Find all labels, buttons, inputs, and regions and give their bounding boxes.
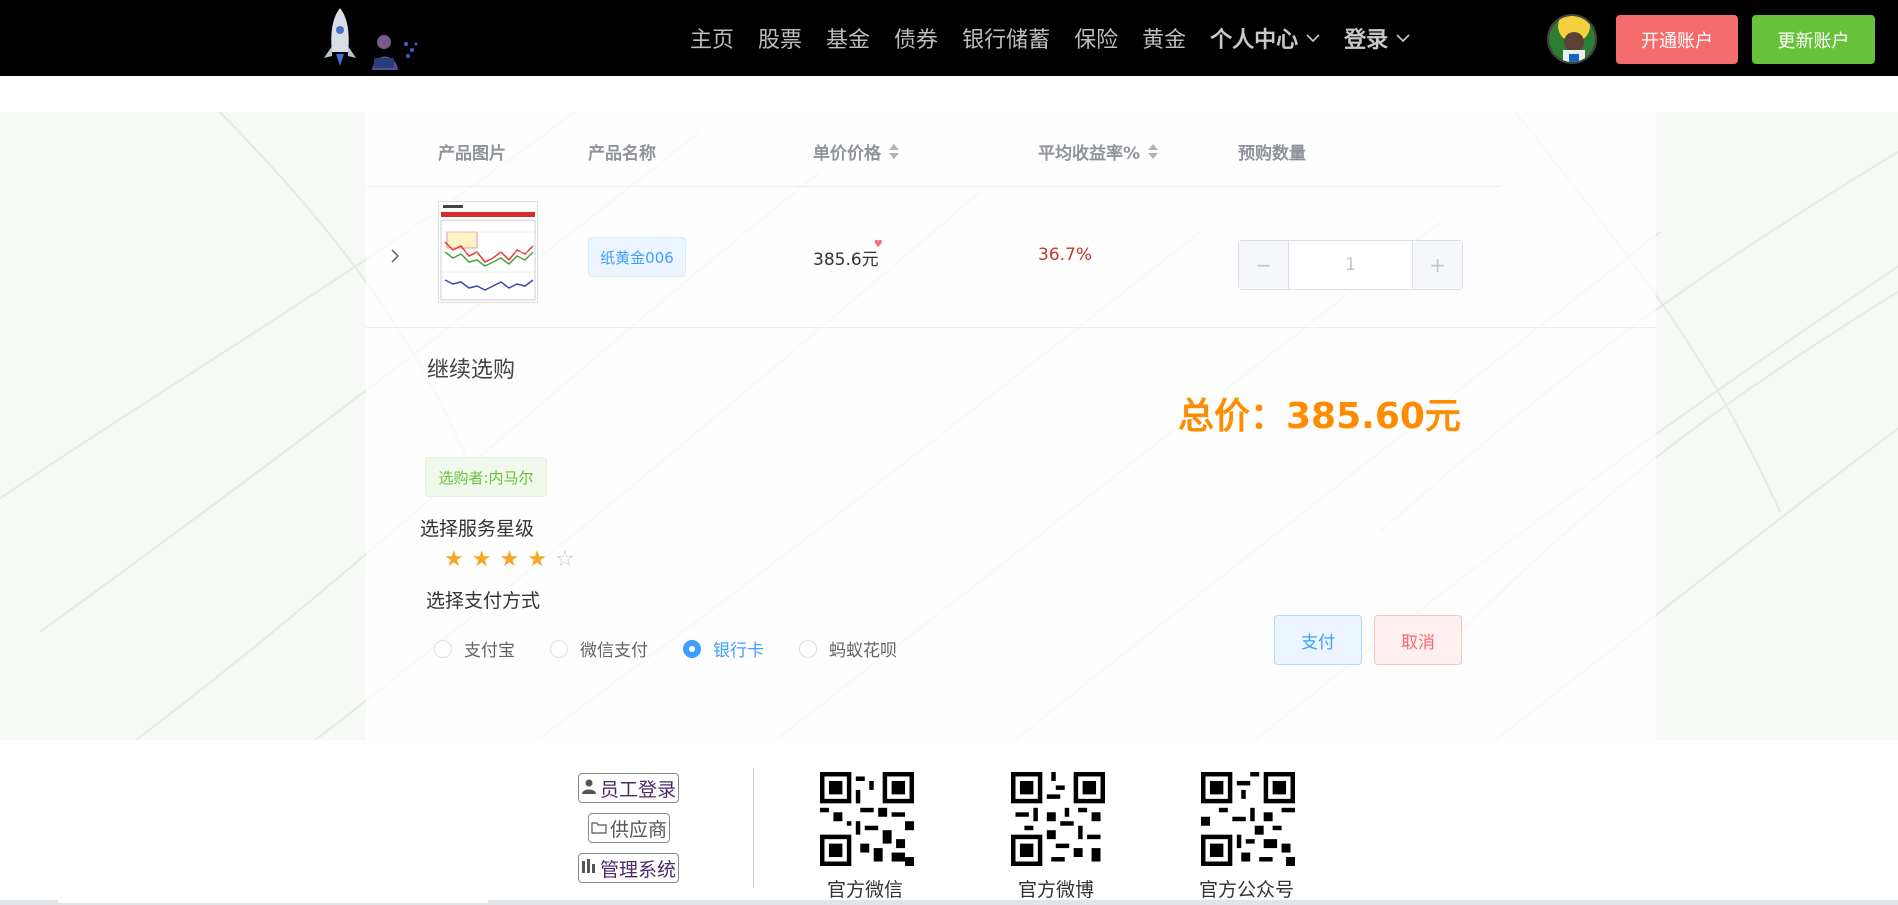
rocket-logo[interactable]: [318, 0, 428, 76]
login-label: 登录: [1344, 28, 1389, 53]
col-product-image: 产品图片: [438, 144, 506, 164]
nav-insurance[interactable]: 保险: [1074, 22, 1118, 54]
continue-shopping-link[interactable]: 继续选购: [427, 352, 515, 384]
sort-icon[interactable]: [1148, 144, 1159, 159]
cart-panel: 产品图片 产品名称 单价价格 平均收益率% 预购数量 纸黄金006 385.6元…: [0, 112, 1898, 740]
heart-icon: ♥: [873, 239, 883, 250]
radio-circle[interactable]: [799, 639, 817, 658]
qr-label-weibo: 官方微博: [1018, 879, 1095, 901]
top-navbar: 主页 股票 基金 债券 银行储蓄 保险 黄金 个人中心 登录 开通账户 更新账户: [0, 0, 1898, 76]
user-icon: [581, 778, 597, 798]
nav-stocks[interactable]: 股票: [758, 22, 802, 54]
payment-method-label: 选择支付方式: [426, 590, 541, 612]
expand-row-icon[interactable]: [390, 248, 400, 267]
product-name-tag: 纸黄金006: [588, 237, 686, 277]
update-account-button[interactable]: 更新账户: [1752, 15, 1875, 64]
product-thumbnail: [438, 201, 538, 303]
qr-label-wechat: 官方微信: [827, 879, 904, 901]
star-icon[interactable]: ★: [527, 549, 547, 571]
quantity-input[interactable]: 1: [1289, 241, 1412, 289]
nav-bonds[interactable]: 债券: [894, 22, 938, 54]
qr-code-wechat: [820, 772, 914, 866]
radio-label: 微信支付: [580, 641, 648, 661]
radio-label: 支付宝: [464, 641, 515, 661]
col-quantity: 预购数量: [1238, 144, 1306, 164]
radio-label: 蚂蚁花呗: [829, 641, 897, 661]
main-nav: 主页 股票 基金 债券 银行储蓄 保险 黄金 个人中心 登录: [690, 0, 1434, 76]
employee-login-link[interactable]: 员工登录: [578, 773, 680, 803]
chevron-down-icon: [1306, 34, 1320, 43]
radio-bank-card[interactable]: 银行卡: [683, 636, 764, 661]
employee-login-label: 员工登录: [600, 778, 677, 801]
payment-method-group: 支付宝 微信支付 银行卡 蚂蚁花呗: [434, 636, 932, 661]
star-outline-icon[interactable]: ☆: [555, 549, 575, 571]
horizontal-scrollbar[interactable]: [0, 900, 1898, 905]
col-avg-yield[interactable]: 平均收益率%: [1038, 139, 1159, 164]
star-icon[interactable]: ★: [444, 549, 464, 571]
table-header: 产品图片 产品名称 单价价格 平均收益率% 预购数量: [366, 112, 1501, 187]
qr-code-official-account: [1201, 772, 1295, 866]
col-product-name: 产品名称: [588, 144, 656, 164]
service-rating-label: 选择服务星级: [420, 518, 535, 540]
avatar[interactable]: [1547, 14, 1597, 64]
chevron-down-icon: [1396, 34, 1410, 43]
sort-icon[interactable]: [889, 144, 899, 159]
footer: 员工登录 供应商 管理系统 官方微信 官方微博 官方公众号: [0, 740, 1898, 905]
unit-price-label: 单价价格: [813, 144, 881, 164]
cart-content: 产品图片 产品名称 单价价格 平均收益率% 预购数量 纸黄金006 385.6元…: [366, 112, 1656, 740]
service-rating[interactable]: ★ ★ ★ ★ ☆: [444, 549, 583, 571]
qr-label-official-account: 官方公众号: [1199, 879, 1295, 901]
radio-circle[interactable]: [550, 639, 568, 658]
admin-system-link[interactable]: 管理系统: [578, 853, 680, 883]
decrease-button[interactable]: −: [1239, 241, 1289, 289]
chart-icon: [581, 858, 597, 878]
unit-price-text: 385.6元: [813, 250, 879, 270]
radio-circle[interactable]: [434, 639, 452, 658]
radio-circle[interactable]: [683, 639, 701, 658]
nav-home[interactable]: 主页: [690, 22, 734, 54]
increase-button[interactable]: +: [1412, 241, 1462, 289]
nav-personal-center[interactable]: 个人中心: [1210, 22, 1320, 54]
qr-code-weibo: [1011, 772, 1105, 866]
col-unit-price[interactable]: 单价价格: [813, 139, 899, 164]
folder-icon: [591, 819, 607, 838]
radio-label: 银行卡: [713, 641, 764, 661]
pay-button[interactable]: 支付: [1274, 615, 1362, 665]
admin-system-label: 管理系统: [600, 858, 677, 881]
nav-gold[interactable]: 黄金: [1142, 22, 1186, 54]
buyer-tag: 选购者:内马尔: [425, 457, 547, 497]
radio-huabei[interactable]: 蚂蚁花呗: [799, 636, 897, 661]
table-row: 纸黄金006 385.6元 ♥ 36.7% − 1 +: [366, 188, 1656, 328]
star-icon[interactable]: ★: [499, 549, 519, 571]
personal-center-label: 个人中心: [1210, 28, 1299, 53]
supplier-label: 供应商: [610, 818, 668, 841]
star-icon[interactable]: ★: [472, 549, 492, 571]
avg-yield-value: 36.7%: [1038, 245, 1093, 265]
open-account-button[interactable]: 开通账户: [1616, 15, 1738, 64]
unit-price-value: 385.6元 ♥: [813, 239, 883, 270]
scrollbar-thumb[interactable]: [58, 900, 488, 903]
cancel-button[interactable]: 取消: [1374, 615, 1462, 665]
nav-funds[interactable]: 基金: [826, 22, 870, 54]
quantity-stepper: − 1 +: [1238, 240, 1463, 290]
radio-wechat-pay[interactable]: 微信支付: [550, 636, 648, 661]
supplier-link[interactable]: 供应商: [588, 813, 671, 843]
radio-alipay[interactable]: 支付宝: [434, 636, 515, 661]
footer-divider: [753, 768, 754, 888]
nav-bank-savings[interactable]: 银行储蓄: [962, 22, 1050, 54]
nav-login[interactable]: 登录: [1344, 22, 1410, 54]
avg-yield-label: 平均收益率%: [1038, 144, 1141, 164]
total-price: 总价：385.60元: [1178, 396, 1461, 437]
